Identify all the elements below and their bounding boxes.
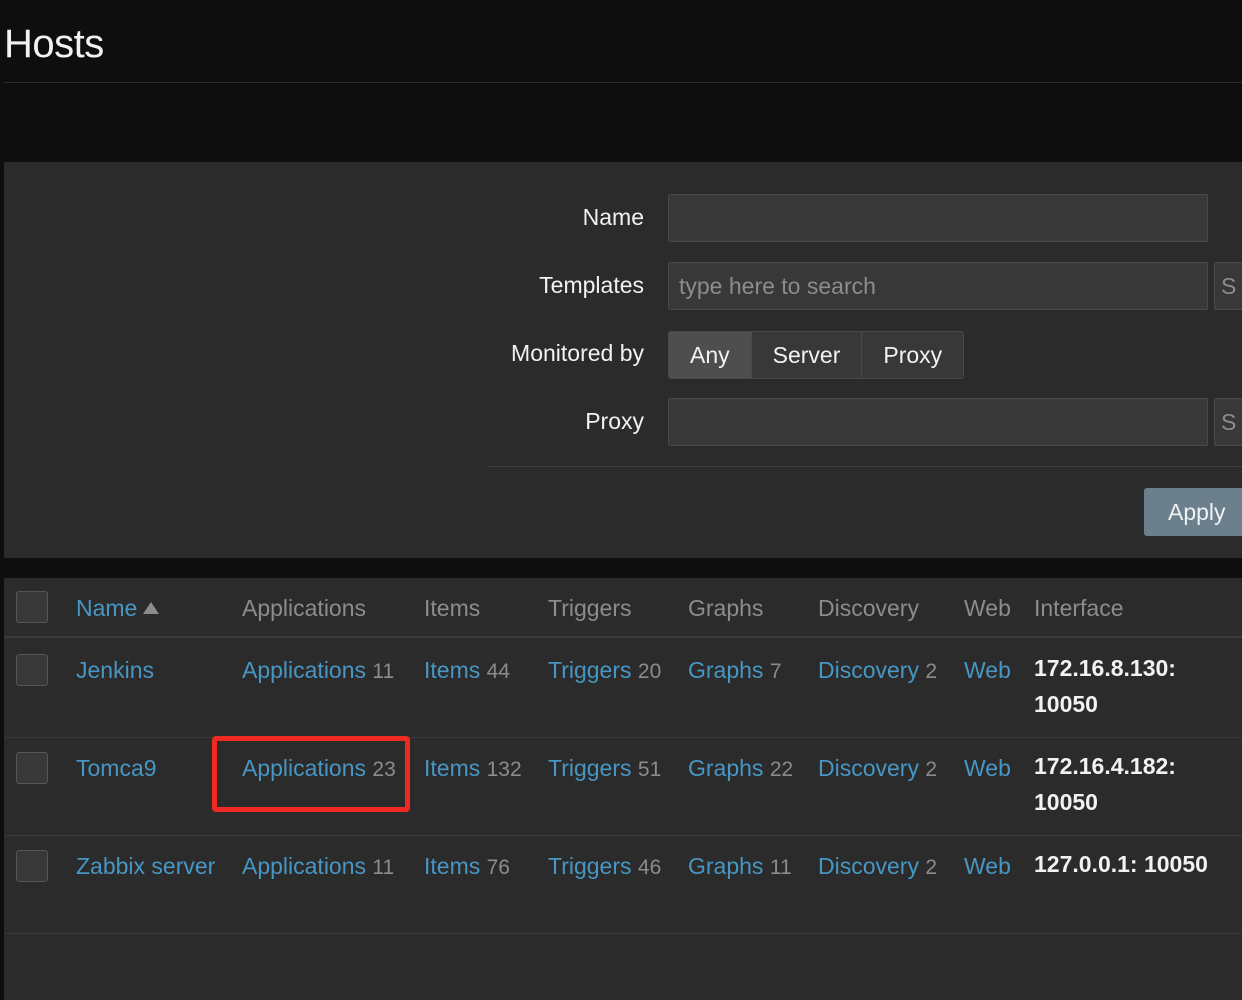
graphs-count: 7 xyxy=(769,660,782,683)
monitored-by-any[interactable]: Any xyxy=(669,332,752,378)
templates-select-button[interactable]: S xyxy=(1214,262,1242,310)
discovery-cell: Discovery 2 xyxy=(818,657,937,684)
discovery-link[interactable]: Discovery xyxy=(818,657,919,683)
proxy-input[interactable] xyxy=(668,398,1208,446)
web-link[interactable]: Web xyxy=(964,657,1011,684)
row-checkbox[interactable] xyxy=(16,850,48,882)
header-name[interactable]: Name xyxy=(76,595,160,622)
header-triggers: Triggers xyxy=(548,595,632,621)
triggers-cell: Triggers 46 xyxy=(548,853,661,880)
triggers-cell: Triggers 51 xyxy=(548,755,661,782)
table-row: Zabbix server Applications 11 Items 76 T… xyxy=(4,836,1242,934)
items-count: 132 xyxy=(486,758,522,781)
graphs-cell: Graphs 11 xyxy=(688,853,792,880)
triggers-link[interactable]: Triggers xyxy=(548,755,632,781)
applications-cell: Applications 11 xyxy=(242,657,394,684)
applications-count: 11 xyxy=(372,660,395,683)
discovery-count: 2 xyxy=(925,758,938,781)
row-checkbox[interactable] xyxy=(16,752,48,784)
web-link[interactable]: Web xyxy=(964,755,1011,782)
items-count: 44 xyxy=(486,660,510,683)
apply-button[interactable]: Apply xyxy=(1144,488,1242,536)
table-header-row: Name Applications Items Triggers Graphs … xyxy=(4,578,1242,638)
discovery-cell: Discovery 2 xyxy=(818,853,937,880)
table-row: Tomca9 Applications 23 Items 132 Trigger… xyxy=(4,738,1242,836)
applications-count: 11 xyxy=(372,856,395,879)
graphs-link[interactable]: Graphs xyxy=(688,853,763,879)
discovery-count: 2 xyxy=(925,856,938,879)
items-cell: Items 44 xyxy=(424,657,510,684)
items-link[interactable]: Items xyxy=(424,853,480,879)
discovery-link[interactable]: Discovery xyxy=(818,853,919,879)
applications-cell: Applications 23 xyxy=(242,755,396,782)
filter-divider xyxy=(488,466,1242,467)
header-items: Items xyxy=(424,595,481,621)
proxy-select-button[interactable]: S xyxy=(1214,398,1242,446)
applications-cell: Applications 11 xyxy=(242,853,394,880)
discovery-count: 2 xyxy=(925,660,938,683)
discovery-cell: Discovery 2 xyxy=(818,755,937,782)
header-applications: Applications xyxy=(242,595,367,621)
triggers-link[interactable]: Triggers xyxy=(548,657,632,683)
header-discovery: Discovery xyxy=(818,595,919,621)
items-link[interactable]: Items xyxy=(424,755,480,781)
monitored-by-server[interactable]: Server xyxy=(751,332,863,378)
select-all-checkbox[interactable] xyxy=(16,591,48,623)
row-checkbox[interactable] xyxy=(16,654,48,686)
table-row: Jenkins Applications 11 Items 44 Trigger… xyxy=(4,640,1242,738)
graphs-count: 22 xyxy=(769,758,794,781)
header-graphs: Graphs xyxy=(688,595,764,621)
items-count: 76 xyxy=(486,856,510,879)
items-cell: Items 76 xyxy=(424,853,510,880)
graphs-count: 11 xyxy=(769,856,792,879)
applications-count: 23 xyxy=(372,758,396,781)
web-link[interactable]: Web xyxy=(964,853,1011,880)
proxy-label: Proxy xyxy=(585,408,644,434)
host-name-link[interactable]: Jenkins xyxy=(76,657,154,684)
monitored-by-toggle: Any Server Proxy xyxy=(668,331,965,379)
discovery-link[interactable]: Discovery xyxy=(818,755,919,781)
graphs-link[interactable]: Graphs xyxy=(688,657,763,683)
header-web: Web xyxy=(964,595,1011,621)
triggers-count: 51 xyxy=(637,758,662,781)
templates-input[interactable] xyxy=(668,262,1208,310)
items-cell: Items 132 xyxy=(424,755,522,782)
sort-ascending-icon xyxy=(143,602,160,614)
page-title: Hosts xyxy=(4,22,104,66)
name-label: Name xyxy=(582,204,644,230)
interface-value: 172.16.8.130: 10050 xyxy=(1034,655,1176,717)
applications-link[interactable]: Applications xyxy=(242,657,366,683)
triggers-link[interactable]: Triggers xyxy=(548,853,632,879)
monitored-by-proxy[interactable]: Proxy xyxy=(862,332,964,378)
interface-value: 127.0.0.1: 10050 xyxy=(1034,851,1208,877)
triggers-count: 46 xyxy=(637,856,662,879)
interface-value: 172.16.4.182: 10050 xyxy=(1034,753,1176,815)
graphs-cell: Graphs 22 xyxy=(688,755,793,782)
host-name-link[interactable]: Tomca9 xyxy=(76,755,157,782)
title-divider xyxy=(4,82,1242,83)
triggers-cell: Triggers 20 xyxy=(548,657,661,684)
templates-label: Templates xyxy=(539,272,644,298)
items-link[interactable]: Items xyxy=(424,657,480,683)
hosts-table: Name Applications Items Triggers Graphs … xyxy=(4,578,1242,1000)
applications-link[interactable]: Applications xyxy=(242,755,366,781)
host-name-link[interactable]: Zabbix server xyxy=(76,853,215,880)
triggers-count: 20 xyxy=(637,660,662,683)
graphs-link[interactable]: Graphs xyxy=(688,755,763,781)
monitored-by-label: Monitored by xyxy=(511,340,644,366)
applications-link[interactable]: Applications xyxy=(242,853,366,879)
name-input[interactable] xyxy=(668,194,1208,242)
graphs-cell: Graphs 7 xyxy=(688,657,782,684)
header-interface: Interface xyxy=(1034,595,1124,621)
filter-panel: Name Templates S Monitored by Any Server… xyxy=(4,162,1242,558)
